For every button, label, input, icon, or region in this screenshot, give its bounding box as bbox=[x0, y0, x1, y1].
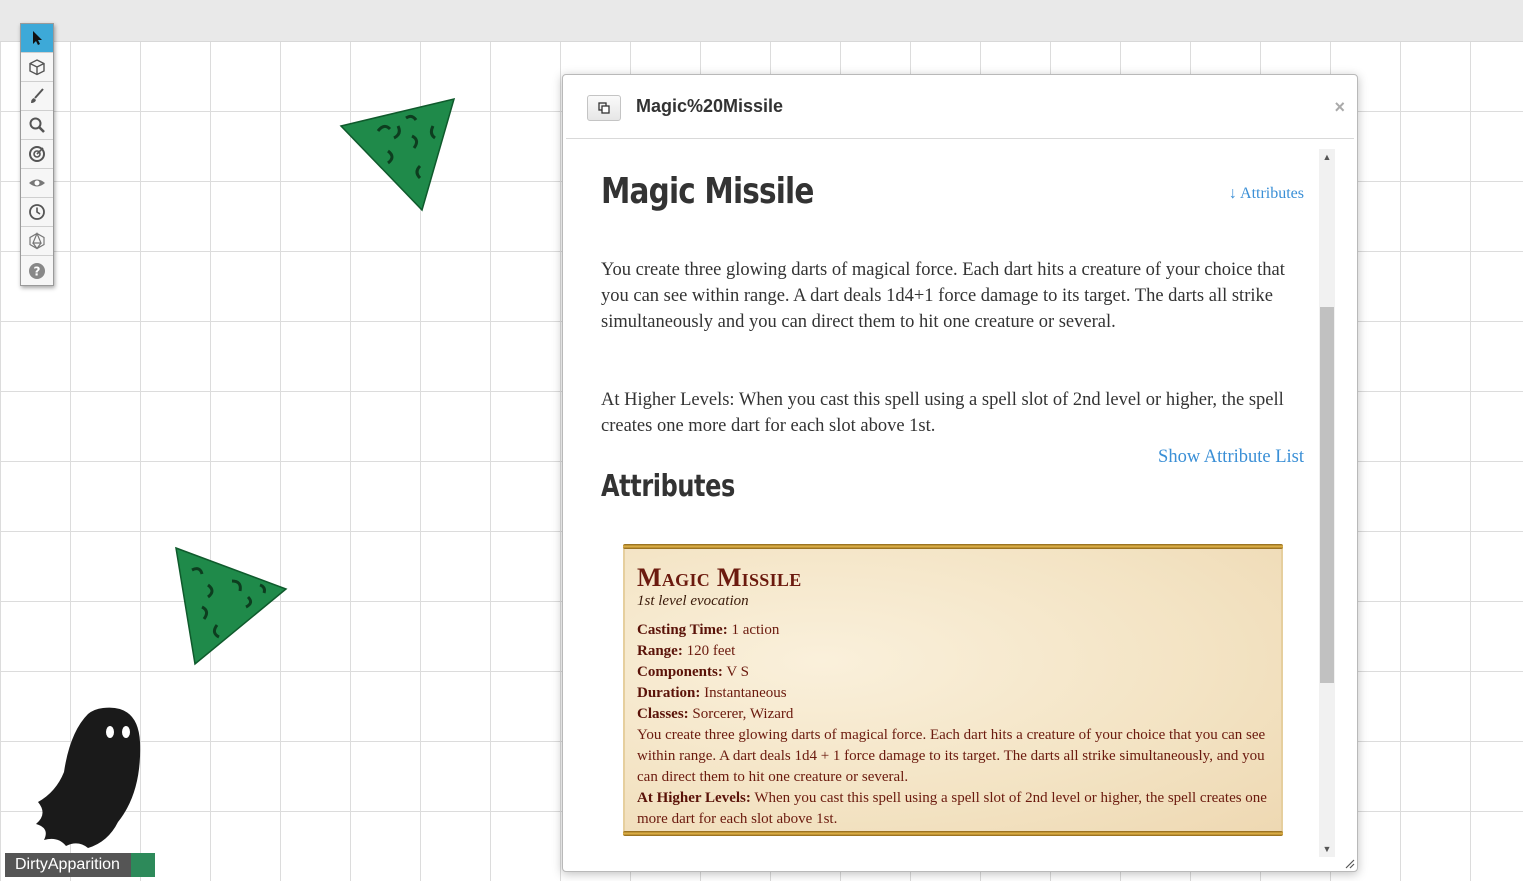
components-row: Components: V S bbox=[637, 662, 1269, 683]
range-row: Range: 120 feet bbox=[637, 641, 1269, 662]
card-top-bar bbox=[623, 544, 1283, 549]
player-name-label: DirtyApparition bbox=[5, 853, 155, 877]
higher-levels-text: At Higher Levels: When you cast this spe… bbox=[601, 390, 1284, 436]
svg-text:?: ? bbox=[34, 264, 41, 278]
range-label: Range: bbox=[637, 643, 683, 659]
popout-icon bbox=[598, 102, 610, 114]
spell-description: You create three glowing darts of magica… bbox=[601, 260, 1285, 332]
card-body: Casting Time: 1 action Range: 120 feet C… bbox=[637, 620, 1269, 830]
turn-tracker-tool-button[interactable] bbox=[21, 198, 53, 227]
select-tool-button[interactable] bbox=[21, 24, 53, 53]
attributes-heading: Attributes bbox=[601, 469, 735, 504]
classes-row: Classes: Sorcerer, Wizard bbox=[637, 704, 1269, 725]
green-triangle-token-top[interactable] bbox=[338, 96, 460, 214]
ghost-token[interactable] bbox=[18, 702, 148, 852]
tool-palette: ? bbox=[20, 23, 54, 286]
green-triangle-token-bottom[interactable] bbox=[172, 545, 290, 667]
scroll-down-arrow-icon[interactable]: ▼ bbox=[1319, 841, 1335, 857]
duration-value: Instantaneous bbox=[704, 685, 787, 701]
classes-label: Classes: bbox=[637, 706, 689, 722]
player-name: DirtyApparition bbox=[5, 853, 131, 877]
content-scrollbar[interactable]: ▲ ▼ bbox=[1319, 149, 1335, 857]
draw-tool-button[interactable] bbox=[21, 82, 53, 111]
card-level-school: 1st level evocation bbox=[637, 593, 749, 609]
card-higher-row: At Higher Levels: When you cast this spe… bbox=[637, 788, 1269, 830]
handout-dialog: Magic%20Missile × Magic Missile ↓ Attrib… bbox=[562, 74, 1358, 872]
target-icon bbox=[29, 146, 45, 162]
zoom-tool-button[interactable] bbox=[21, 111, 53, 140]
dialog-header: Magic%20Missile × bbox=[566, 75, 1354, 139]
dice-tool-button[interactable] bbox=[21, 227, 53, 256]
measure-tool-button[interactable] bbox=[21, 140, 53, 169]
paintbrush-icon bbox=[31, 88, 44, 103]
components-label: Components: bbox=[637, 664, 723, 680]
duration-row: Duration: Instantaneous bbox=[637, 683, 1269, 704]
casting-time-value: 1 action bbox=[731, 622, 780, 638]
duration-label: Duration: bbox=[637, 685, 701, 701]
eye-icon bbox=[29, 179, 45, 187]
card-bottom-bar bbox=[623, 831, 1283, 836]
casting-time-label: Casting Time: bbox=[637, 622, 728, 638]
help-icon: ? bbox=[29, 262, 45, 279]
resize-grip-icon[interactable] bbox=[1343, 857, 1355, 869]
spell-title: Magic Missile bbox=[601, 171, 814, 212]
scrollbar-thumb[interactable] bbox=[1320, 307, 1334, 683]
ghost-icon bbox=[36, 707, 141, 848]
card-higher-label: At Higher Levels: bbox=[637, 790, 751, 806]
components-value: V S bbox=[726, 664, 749, 680]
clock-icon bbox=[29, 204, 45, 220]
cube-icon bbox=[29, 59, 45, 76]
casting-time-row: Casting Time: 1 action bbox=[637, 620, 1269, 641]
card-description: You create three glowing darts of magica… bbox=[637, 727, 1266, 785]
layers-tool-button[interactable] bbox=[21, 53, 53, 82]
card-spell-name: Magic Missile bbox=[637, 563, 802, 592]
classes-value: Sorcerer, Wizard bbox=[692, 706, 794, 722]
magnifier-icon bbox=[29, 117, 45, 133]
dialog-title: Magic%20Missile bbox=[636, 96, 784, 116]
scroll-up-arrow-icon[interactable]: ▲ bbox=[1319, 149, 1335, 165]
player-color-swatch bbox=[131, 853, 155, 877]
fog-tool-button[interactable] bbox=[21, 169, 53, 198]
attributes-anchor-link[interactable]: ↓ Attributes bbox=[1229, 185, 1304, 203]
spell-card: Magic Missile 1st level evocation Castin… bbox=[623, 544, 1283, 836]
d20-icon bbox=[29, 232, 45, 250]
top-bar bbox=[0, 0, 1523, 42]
range-value: 120 feet bbox=[686, 643, 736, 659]
popout-button[interactable] bbox=[587, 95, 621, 121]
handout-content: Magic Missile ↓ Attributes You create th… bbox=[564, 139, 1324, 869]
show-attribute-list-link[interactable]: Show Attribute List bbox=[1158, 447, 1304, 468]
close-button[interactable]: × bbox=[1334, 97, 1345, 118]
help-tool-button[interactable]: ? bbox=[21, 256, 53, 285]
cursor-arrow-icon bbox=[33, 31, 42, 45]
